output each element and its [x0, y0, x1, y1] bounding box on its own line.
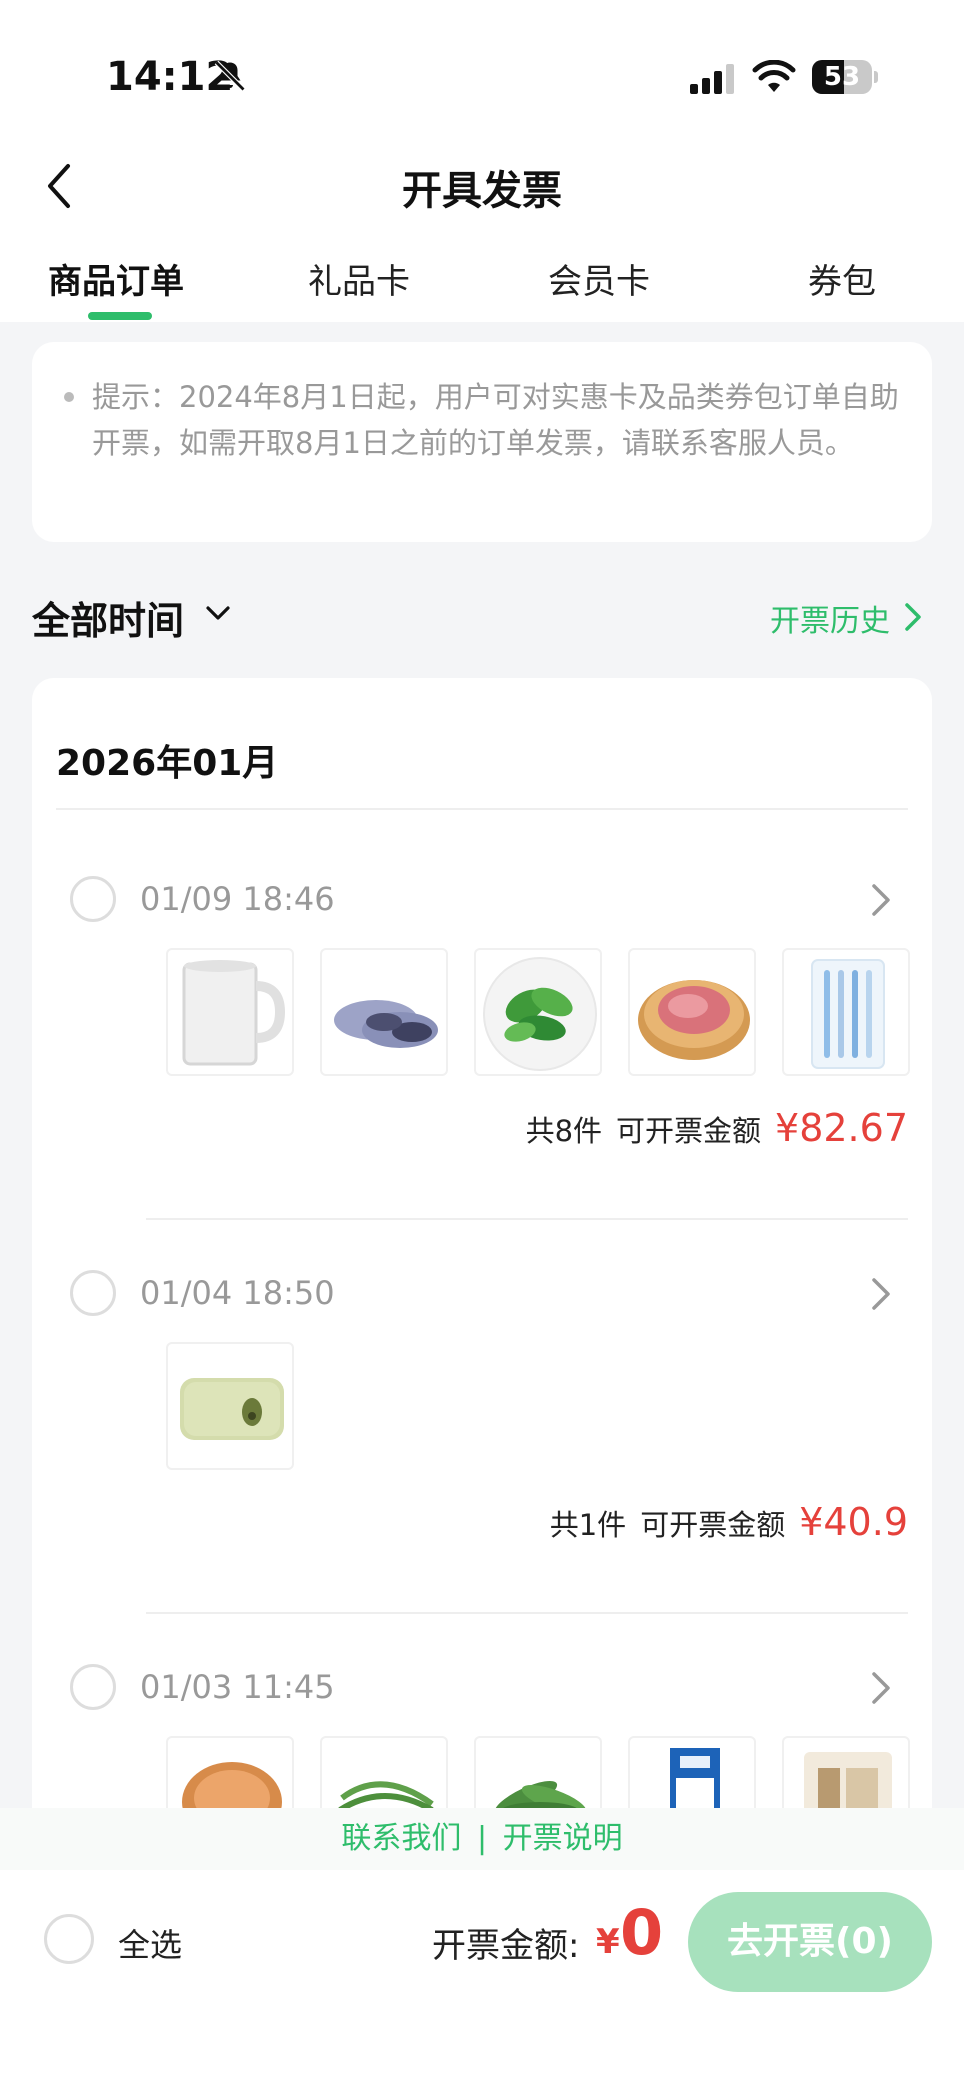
order-summary: 共8件 可开票金额 ¥82.67: [526, 1106, 908, 1166]
wifi-icon: [752, 60, 796, 92]
battery-icon: 53: [812, 60, 878, 96]
chevron-right-icon[interactable]: [904, 602, 922, 632]
product-thumb-greens: [474, 948, 602, 1076]
divider: [56, 808, 908, 810]
time-filter-dropdown[interactable]: 全部时间: [32, 590, 184, 645]
item-count: 共8件: [525, 1114, 603, 1148]
nav-bar: 开具发票: [0, 150, 964, 240]
order-item[interactable]: 01/09 18:46 共8件 可开票金额 ¥82.67: [32, 876, 932, 1270]
bottom-action-bar: 全选 开票金额: ¥ 0 去开票(0): [0, 1870, 964, 2095]
tab-product-orders[interactable]: 商品订单: [48, 254, 184, 303]
product-thumb-toothbrushes: [782, 948, 910, 1076]
tab-coupon-pack[interactable]: 券包: [808, 254, 876, 303]
select-all-radio[interactable]: [44, 1914, 94, 1964]
link-separator: |: [476, 1821, 488, 1856]
order-select-radio[interactable]: [70, 1270, 116, 1316]
select-all-label[interactable]: 全选: [118, 1920, 182, 1966]
order-thumbnails: [134, 948, 910, 1078]
chevron-right-icon[interactable]: [870, 882, 892, 918]
invoice-total-label: 开票金额:: [432, 1926, 580, 1966]
month-heading: 2026年01月: [56, 743, 279, 784]
item-count: 共1件: [549, 1508, 627, 1542]
chevron-down-icon[interactable]: [205, 604, 231, 624]
invoiceable-amount: ¥40.9: [799, 1500, 908, 1544]
product-thumb-minced-meat: [628, 948, 756, 1076]
cellular-signal-icon: [690, 64, 734, 94]
go-invoice-button[interactable]: 去开票(0): [688, 1892, 932, 1992]
notice-text: 提示：2024年8月1日起，用户可对实惠卡及品类券包订单自助开票，如需开取8月1…: [92, 380, 899, 460]
tab-active-indicator: [88, 312, 152, 320]
status-bar: 14:12 53: [0, 0, 964, 150]
tab-gift-card[interactable]: 礼品卡: [308, 254, 410, 303]
product-thumb-mug: [166, 948, 294, 1076]
invoiceable-amount-label: 可开票金额: [616, 1114, 762, 1148]
tab-member-card[interactable]: 会员卡: [548, 254, 650, 303]
product-thumb-slippers: [320, 948, 448, 1076]
chevron-right-icon[interactable]: [870, 1276, 892, 1312]
order-summary: 共1件 可开票金额 ¥40.9: [550, 1500, 908, 1560]
invoice-history-link[interactable]: 开票历史: [770, 596, 890, 640]
invoiceable-amount-label: 可开票金额: [640, 1508, 786, 1542]
chevron-right-icon[interactable]: [870, 1670, 892, 1706]
invoice-total-value: 0: [620, 1896, 664, 1969]
order-datetime: 01/09 18:46: [140, 880, 335, 918]
battery-level: 53: [823, 62, 861, 92]
footer-links: 联系我们 | 开票说明: [0, 1808, 964, 1870]
invoice-explain-link[interactable]: 开票说明: [503, 1808, 623, 1870]
order-select-radio[interactable]: [70, 876, 116, 922]
order-select-radio[interactable]: [70, 1664, 116, 1710]
notice-card: 提示：2024年8月1日起，用户可对实惠卡及品类券包订单自助开票，如需开取8月1…: [32, 342, 932, 542]
divider: [146, 1612, 908, 1614]
order-datetime: 01/03 11:45: [140, 1668, 335, 1706]
divider: [146, 1218, 908, 1220]
product-thumb-soap: [166, 1342, 294, 1470]
filter-row: 全部时间 开票历史: [0, 580, 964, 650]
invoice-total-currency: ¥: [596, 1922, 620, 1962]
contact-us-link[interactable]: 联系我们: [341, 1808, 461, 1870]
tab-bar: 商品订单 礼品卡 会员卡 券包: [0, 240, 964, 322]
page-title: 开具发票: [402, 168, 562, 214]
bullet-dot: [64, 392, 74, 402]
bell-muted-icon: [214, 60, 246, 92]
order-thumbnails: [134, 1342, 894, 1472]
invoiceable-amount: ¥82.67: [775, 1106, 908, 1150]
order-datetime: 01/04 18:50: [140, 1274, 335, 1312]
order-item[interactable]: 01/04 18:50 共1件 可开票金额 ¥40.9: [32, 1270, 932, 1664]
